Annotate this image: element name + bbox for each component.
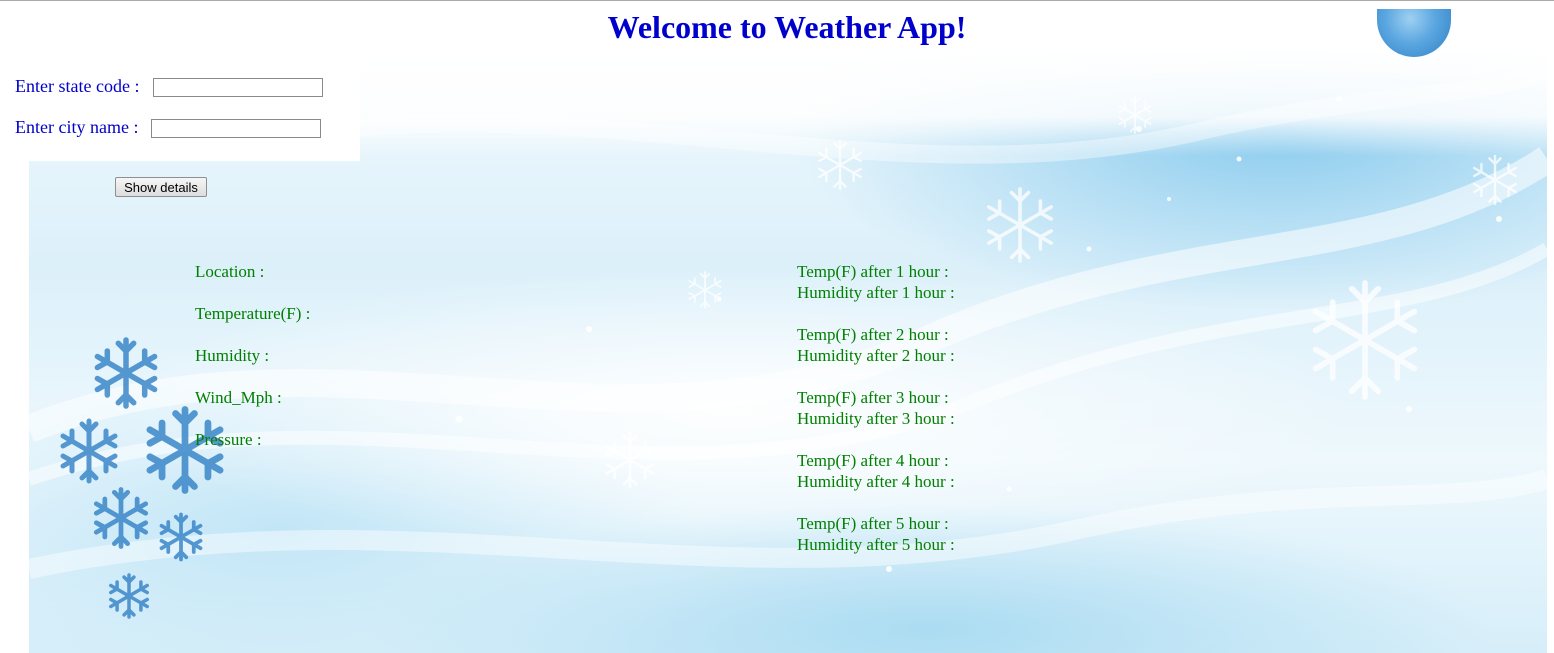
- forecast-humidity-label: Humidity after 1 hour :: [797, 283, 955, 302]
- forecast-temp-label: Temp(F) after 5 hour :: [797, 514, 949, 533]
- wind-mph-label: Wind_Mph :: [195, 388, 282, 407]
- snowflake-icon: [96, 490, 145, 547]
- state-code-input[interactable]: [153, 78, 323, 97]
- page-title: Welcome to Weather App!: [607, 9, 967, 45]
- forecast-humidity-label: Humidity after 5 hour :: [797, 535, 955, 554]
- snowflake-icon: [150, 410, 220, 491]
- forecast-humidity-label: Humidity after 3 hour :: [797, 409, 955, 428]
- humidity-label: Humidity :: [195, 346, 270, 365]
- forecast-humidity-label: Humidity after 2 hour :: [797, 346, 955, 365]
- pressure-label: Pressure :: [195, 430, 262, 449]
- forecast-humidity-label: Humidity after 4 hour :: [797, 472, 955, 491]
- snowflake-icon: [97, 340, 154, 406]
- city-name-label: Enter city name :: [15, 117, 139, 137]
- forecast-temp-label: Temp(F) after 4 hour :: [797, 451, 949, 470]
- forecast-temp-label: Temp(F) after 2 hour :: [797, 325, 949, 344]
- forecast-temp-label: Temp(F) after 1 hour :: [797, 262, 949, 281]
- location-label: Location :: [195, 262, 265, 281]
- snowflake-icon: [109, 573, 149, 619]
- snowflake-icon: [63, 421, 115, 481]
- temperature-label: Temperature(F) :: [195, 304, 311, 323]
- snowflake-cluster: [0, 0, 1554, 619]
- city-name-input[interactable]: [151, 119, 321, 138]
- show-details-button[interactable]: Show details: [115, 177, 207, 197]
- state-code-label: Enter state code :: [15, 76, 140, 96]
- snowflake-icon: [159, 512, 203, 562]
- forecast-temp-label: Temp(F) after 3 hour :: [797, 388, 949, 407]
